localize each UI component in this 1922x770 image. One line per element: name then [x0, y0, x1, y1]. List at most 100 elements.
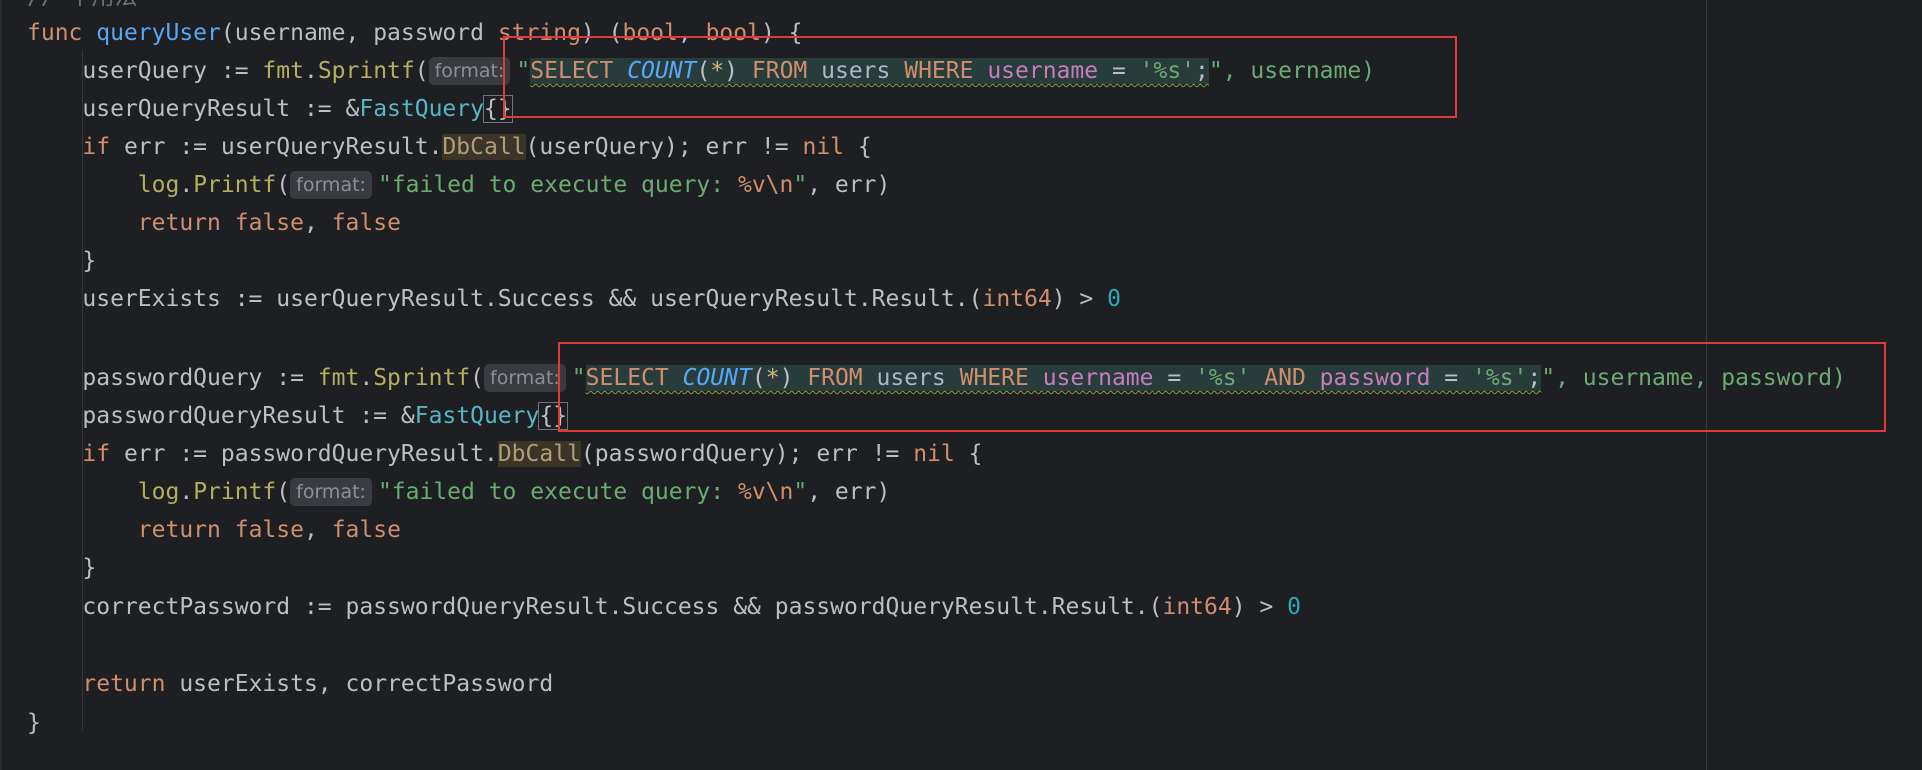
false-keyword: false: [331, 517, 401, 543]
if-keyword: if: [82, 441, 111, 467]
method-name[interactable]: DbCall: [442, 134, 526, 160]
code-text: {: [844, 134, 872, 160]
code-line[interactable]: }: [27, 242, 96, 280]
code-text: (: [470, 365, 484, 391]
parameter-hint: format:: [290, 478, 372, 506]
return-keyword: return: [137, 517, 221, 543]
package-name: log: [137, 172, 180, 198]
string-literal: "failed to execute query:: [377, 172, 738, 198]
code-editor[interactable]: // 平用法 func queryUser(username, password…: [0, 0, 1922, 770]
code-text: .: [179, 172, 194, 198]
code-line[interactable]: }: [27, 704, 41, 742]
type-name: int64: [1162, 594, 1232, 620]
highlight-box-user-query: [503, 36, 1457, 118]
code-text: err := userQueryResult.: [110, 134, 443, 160]
code-line[interactable]: }: [27, 549, 96, 587]
method-name[interactable]: Printf: [193, 172, 276, 198]
code-line[interactable]: userQueryResult := &FastQuery{}: [27, 90, 513, 128]
code-text: , err): [807, 172, 891, 198]
format-verb: %v\n: [737, 479, 794, 505]
code-line[interactable]: correctPassword := passwordQueryResult.S…: [27, 588, 1301, 626]
nil-keyword: nil: [802, 134, 845, 160]
func-keyword: func: [27, 20, 83, 46]
code-text: userExists := userQueryResult.Success &&…: [82, 286, 983, 312]
false-keyword: false: [234, 517, 304, 543]
code-text: .: [179, 479, 194, 505]
code-text: userQuery :=: [82, 58, 263, 84]
code-line[interactable]: log.Printf(format: "failed to execute que…: [27, 473, 890, 511]
code-line[interactable]: passwordQueryResult := &FastQuery{}: [27, 397, 569, 435]
method-name[interactable]: Printf: [193, 479, 276, 505]
code-text: , err): [807, 479, 891, 505]
code-line[interactable]: return false, false: [27, 511, 401, 549]
nil-keyword: nil: [913, 441, 955, 467]
return-keyword: return: [137, 210, 221, 236]
code-line[interactable]: userExists := userQueryResult.Success &&…: [27, 280, 1121, 318]
parameter-hint: format:: [484, 364, 566, 392]
close-brace: }: [27, 710, 41, 736]
number-literal: 0: [1107, 286, 1121, 312]
code-text: ) >: [1051, 286, 1108, 312]
code-comment: // 平用法: [27, 0, 138, 12]
return-keyword: return: [82, 671, 166, 697]
code-text: (: [276, 479, 291, 505]
method-name[interactable]: Sprintf: [373, 365, 470, 391]
function-name[interactable]: queryUser: [96, 20, 221, 46]
code-text: (: [276, 172, 291, 198]
code-text: ) >: [1231, 594, 1288, 620]
method-name[interactable]: DbCall: [497, 441, 581, 467]
number-literal: 0: [1287, 594, 1301, 620]
code-text: userQueryResult := &: [82, 96, 360, 122]
close-brace: }: [82, 555, 97, 581]
code-text: correctPassword := passwordQueryResult.S…: [82, 594, 1163, 620]
format-verb: %v\n: [737, 172, 794, 198]
parameter-hint: format:: [428, 57, 511, 85]
package-name: fmt: [262, 58, 304, 84]
code-text: (passwordQuery); err !=: [580, 441, 914, 467]
code-line[interactable]: return userExists, correctPassword: [27, 665, 553, 703]
code-line[interactable]: if err := userQueryResult.DbCall(userQue…: [27, 128, 872, 166]
gutter-edge: [0, 0, 2, 770]
code-text: (username, password: [220, 20, 498, 46]
code-text: passwordQueryResult := &: [82, 403, 415, 429]
type-name[interactable]: FastQuery: [359, 96, 484, 122]
code-text: userExists, correctPassword: [165, 671, 554, 697]
method-name[interactable]: Sprintf: [318, 58, 415, 84]
false-keyword: false: [331, 210, 401, 236]
false-keyword: false: [234, 210, 304, 236]
string-quote: ": [793, 479, 808, 505]
code-text: ,: [303, 210, 332, 236]
code-line[interactable]: return false, false: [27, 204, 401, 242]
package-name: fmt: [317, 365, 360, 391]
close-brace: }: [82, 248, 97, 274]
package-name: log: [137, 479, 180, 505]
string-quote: ": [793, 172, 808, 198]
code-text: .: [303, 58, 318, 84]
code-text: {: [954, 441, 983, 467]
type-name[interactable]: FastQuery: [415, 403, 540, 429]
code-text: .: [359, 365, 374, 391]
code-text: (: [414, 58, 429, 84]
string-literal: "failed to execute query:: [377, 479, 738, 505]
code-text: passwordQuery :=: [82, 365, 318, 391]
code-line[interactable]: log.Printf(format: "failed to execute que…: [27, 166, 890, 204]
highlight-box-password-query: [558, 342, 1886, 432]
code-line[interactable]: if err := passwordQueryResult.DbCall(pas…: [27, 435, 983, 473]
code-text: err := passwordQueryResult.: [110, 441, 498, 467]
if-keyword: if: [82, 134, 111, 160]
